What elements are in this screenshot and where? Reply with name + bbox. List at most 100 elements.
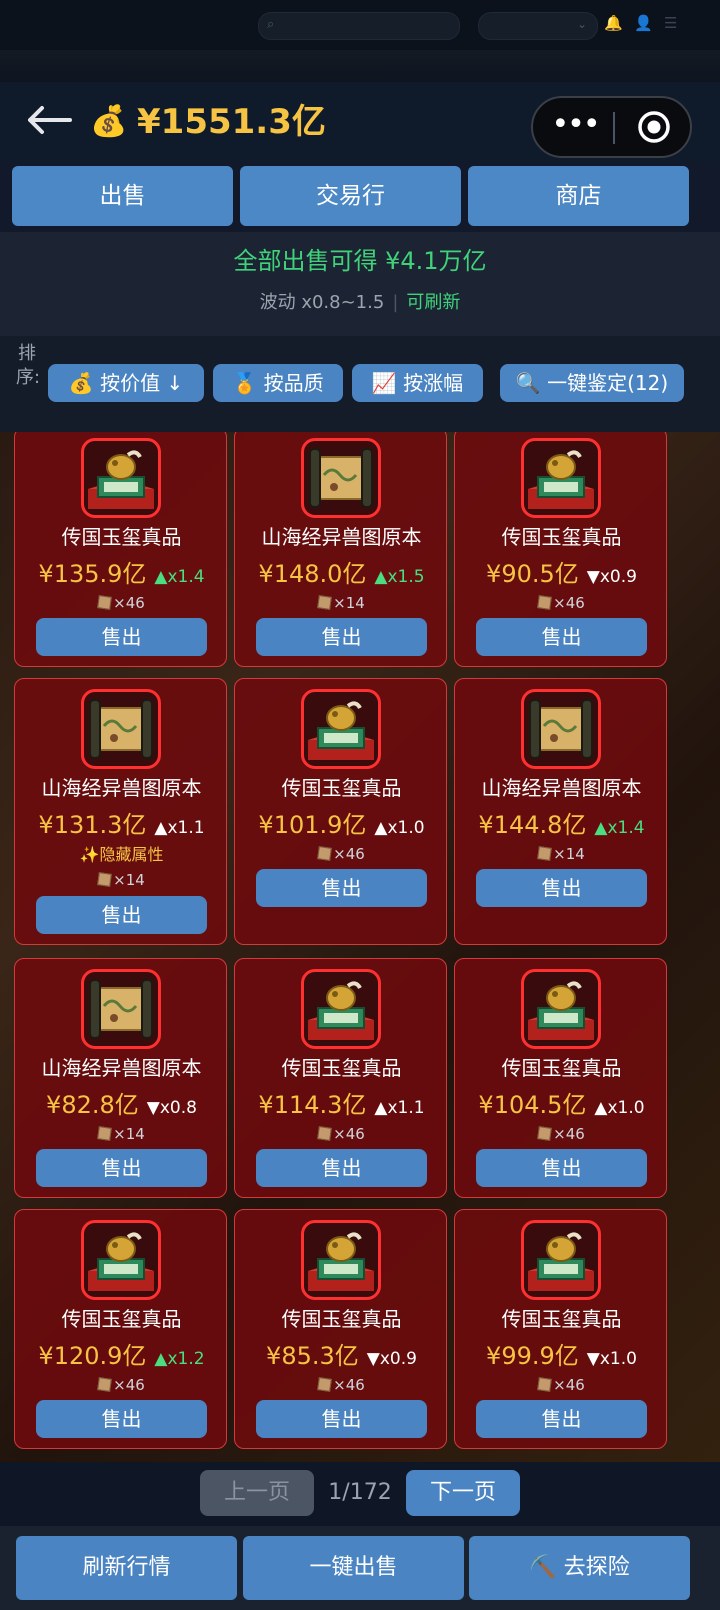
price-trend: ▲x1.2 [154,1349,205,1369]
price-trend: ▼x0.9 [366,1349,417,1369]
price-trend: ▲x1.0 [374,818,425,838]
jade-seal-icon [81,438,161,518]
price-trend: ▲x1.1 [374,1098,425,1118]
top-banner-band [0,50,720,82]
item-name: 山海经异兽图原本 [41,1056,202,1080]
bottom-action-bar: 刷新行情 一键出售 ⛏️ 去探险 [0,1526,720,1610]
item-quantity: ×46 [15,1374,228,1396]
chevron-down-icon: ⌄ [576,17,587,31]
item-card[interactable]: 传国玉玺真品 ¥104.5亿 ▲x1.0 ×46 售出 [454,958,667,1198]
item-card[interactable]: 传国玉玺真品 ¥101.9亿 ▲x1.0 ×46 售出 [234,678,447,945]
go-explore-button[interactable]: ⛏️ 去探险 [469,1536,690,1600]
sort-label: 排序: [16,343,41,388]
item-card[interactable]: 传国玉玺真品 ¥114.3亿 ▲x1.1 ×46 售出 [234,958,447,1198]
item-price: ¥135.9亿 [38,560,147,588]
prev-page-button[interactable]: 上一页 [200,1470,314,1516]
item-quantity: ×46 [455,1374,668,1396]
sort-by-value-button[interactable]: 💰 按价值 ↓ [48,364,204,402]
balance-amount: ¥1551.3亿 [137,102,326,142]
back-arrow-icon[interactable] [24,100,74,140]
sell-button[interactable]: 售出 [36,1149,207,1187]
sell-button[interactable]: 售出 [476,618,647,656]
item-quantity: ×46 [455,592,668,614]
jade-seal-icon [301,689,381,769]
sell-button[interactable]: 售出 [256,1400,427,1438]
item-card[interactable]: 传国玉玺真品 ¥85.3亿 ▼x0.9 ×46 售出 [234,1209,447,1449]
item-quantity: ×46 [235,843,448,865]
item-name: 传国玉玺真品 [61,1307,182,1331]
box-icon [97,1377,113,1392]
item-card[interactable]: 传国玉玺真品 ¥90.5亿 ▼x0.9 ×46 售出 [454,432,667,667]
tab-exchange[interactable]: 交易行 [240,166,461,226]
item-card[interactable]: 传国玉玺真品 ¥135.9亿 ▲x1.4 ×46 售出 [14,432,227,667]
sell-button[interactable]: 售出 [476,1149,647,1187]
sell-button[interactable]: 售出 [256,618,427,656]
top-search-bar[interactable]: ⌕ [258,12,460,40]
header: 💰 ¥1551.3亿 ••• [0,82,720,162]
sell-button[interactable]: 售出 [476,869,647,907]
item-quantity: ×14 [455,843,668,865]
item-card[interactable]: 传国玉玺真品 ¥99.9亿 ▼x1.0 ×46 售出 [454,1209,667,1449]
item-name: 山海经异兽图原本 [41,776,202,800]
sell-button[interactable]: 售出 [256,869,427,907]
page-indicator: 1/172 [328,1480,392,1505]
close-target-icon[interactable] [637,110,671,144]
identify-all-button[interactable]: 🔍 一键鉴定(12) [500,364,684,402]
total-sale-value: 全部出售可得 ¥4.1万亿 [233,247,487,275]
jade-seal-icon [301,969,381,1049]
price-trend: ▼x1.0 [586,1349,637,1369]
item-grid: 传国玉玺真品 ¥135.9亿 ▲x1.4 ×46 售出 山海经异兽图原本 ¥148.0亿 ▲x… [0,432,720,1462]
divider: | [392,292,399,313]
item-name: 传国玉玺真品 [281,776,402,800]
sort-by-quality-button[interactable]: 🏅 按品质 [213,364,343,402]
miniapp-capsule: ••• [531,96,692,158]
price-row: ¥135.9亿 ▲x1.4 [15,558,228,593]
top-select[interactable]: ⌄ [478,12,598,40]
price-row: ¥148.0亿 ▲x1.5 [235,558,448,593]
item-quantity: ×46 [15,592,228,614]
item-name: 传国玉玺真品 [501,525,622,549]
item-card[interactable]: 山海经异兽图原本 ¥148.0亿 ▲x1.5 ×14 售出 [234,432,447,667]
item-price: ¥131.3亿 [38,811,147,839]
box-icon [537,1377,553,1392]
item-name: 传国玉玺真品 [61,525,182,549]
next-page-button[interactable]: 下一页 [406,1470,520,1516]
item-quantity: ×46 [235,1123,448,1145]
user-icon[interactable]: 👤 [634,14,653,32]
refreshable-link[interactable]: 可刷新 [406,292,460,313]
bell-icon[interactable]: 🔔 [604,14,623,32]
sell-button[interactable]: 售出 [256,1149,427,1187]
box-icon [97,872,113,887]
sell-button[interactable]: 售出 [36,1400,207,1438]
scroll-icon [81,969,161,1049]
jade-seal-icon [301,1220,381,1300]
item-name: 山海经异兽图原本 [481,776,642,800]
price-row: ¥144.8亿 ▲x1.4 [455,809,668,844]
sell-button[interactable]: 售出 [476,1400,647,1438]
sell-summary: 全部出售可得 ¥4.1万亿 波动 x0.8~1.5 | 可刷新 [0,232,720,336]
fluctuation-range: 波动 x0.8~1.5 [259,292,385,313]
sell-button[interactable]: 售出 [36,618,207,656]
item-name: 山海经异兽图原本 [261,525,422,549]
more-dots-icon[interactable]: ••• [551,106,600,148]
item-price: ¥114.3亿 [258,1091,367,1119]
scroll-icon [521,689,601,769]
item-card[interactable]: 传国玉玺真品 ¥120.9亿 ▲x1.2 ×46 售出 [14,1209,227,1449]
search-icon: ⌕ [267,17,275,32]
tab-sell[interactable]: 出售 [12,166,233,226]
item-card[interactable]: 山海经异兽图原本 ¥131.3亿 ▲x1.1 ✨隐藏属性 ×14 售出 [14,678,227,945]
jade-seal-icon [521,438,601,518]
sell-button[interactable]: 售出 [36,896,207,934]
item-price: ¥148.0亿 [258,560,367,588]
refresh-market-button[interactable]: 刷新行情 [16,1536,237,1600]
item-quantity: ×46 [235,1374,448,1396]
item-price: ¥120.9亿 [38,1342,147,1370]
item-card[interactable]: 山海经异兽图原本 ¥144.8亿 ▲x1.4 ×14 售出 [454,678,667,945]
sell-all-button[interactable]: 一键出售 [243,1536,464,1600]
item-card[interactable]: 山海经异兽图原本 ¥82.8亿 ▼x0.8 ×14 售出 [14,958,227,1198]
menu-icon[interactable]: ☰ [664,14,677,32]
jade-seal-icon [521,1220,601,1300]
box-icon [317,595,333,610]
sort-by-growth-button[interactable]: 📈 按涨幅 [352,364,483,402]
tab-shop[interactable]: 商店 [468,166,689,226]
